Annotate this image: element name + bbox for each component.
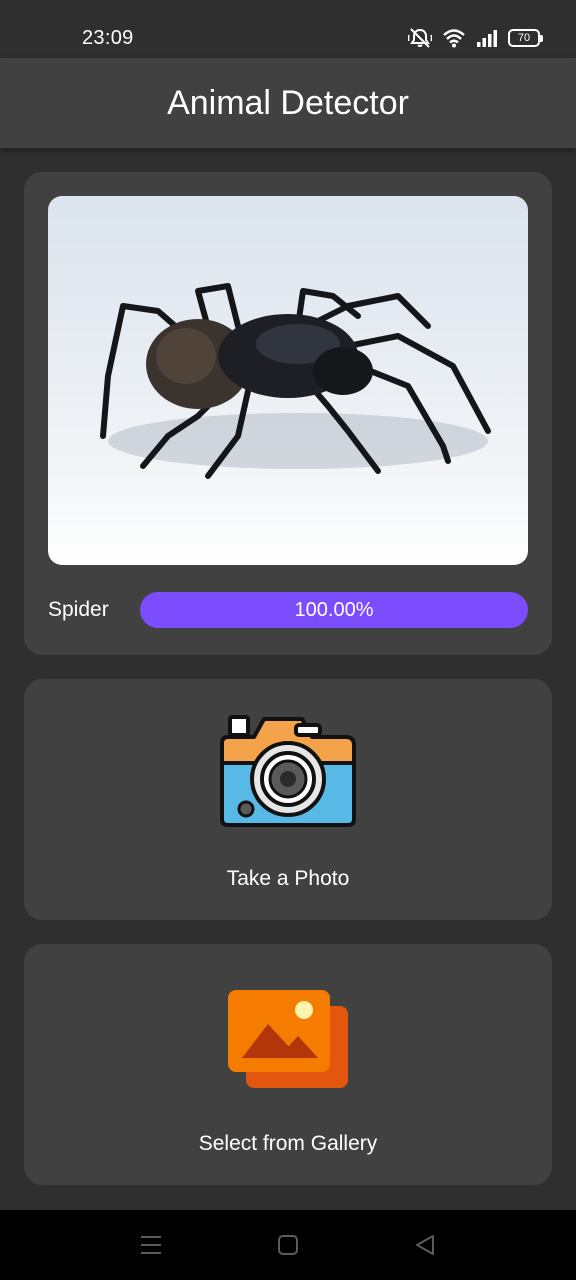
gallery-icon	[228, 990, 348, 1088]
confidence-text: 100.00%	[294, 598, 374, 621]
select-gallery-button[interactable]: Select from Gallery	[24, 944, 552, 1185]
camera-icon	[220, 715, 356, 827]
detected-photo	[48, 196, 528, 565]
status-time: 23:09	[82, 27, 134, 49]
take-photo-label: Take a Photo	[226, 867, 350, 890]
confidence-bar: 100.00%	[140, 592, 528, 628]
home-icon[interactable]	[275, 1232, 301, 1258]
menu-icon[interactable]	[138, 1232, 164, 1258]
status-bar: 23:09 70	[0, 0, 576, 58]
result-label: Spider	[48, 598, 109, 621]
system-nav-bar	[0, 1210, 576, 1280]
bell-off-icon	[408, 27, 432, 49]
back-icon[interactable]	[412, 1232, 438, 1258]
signal-icon	[476, 29, 498, 47]
select-gallery-label: Select from Gallery	[198, 1132, 378, 1155]
app-bar: Animal Detector	[0, 58, 576, 148]
battery-icon: 70	[508, 29, 543, 47]
app-title: Animal Detector	[167, 83, 409, 122]
wifi-icon	[442, 28, 466, 48]
take-photo-button[interactable]: Take a Photo	[24, 679, 552, 920]
result-row: Spider 100.00%	[48, 592, 528, 628]
status-icons: 70	[408, 26, 543, 50]
result-card: Spider 100.00%	[24, 172, 552, 655]
